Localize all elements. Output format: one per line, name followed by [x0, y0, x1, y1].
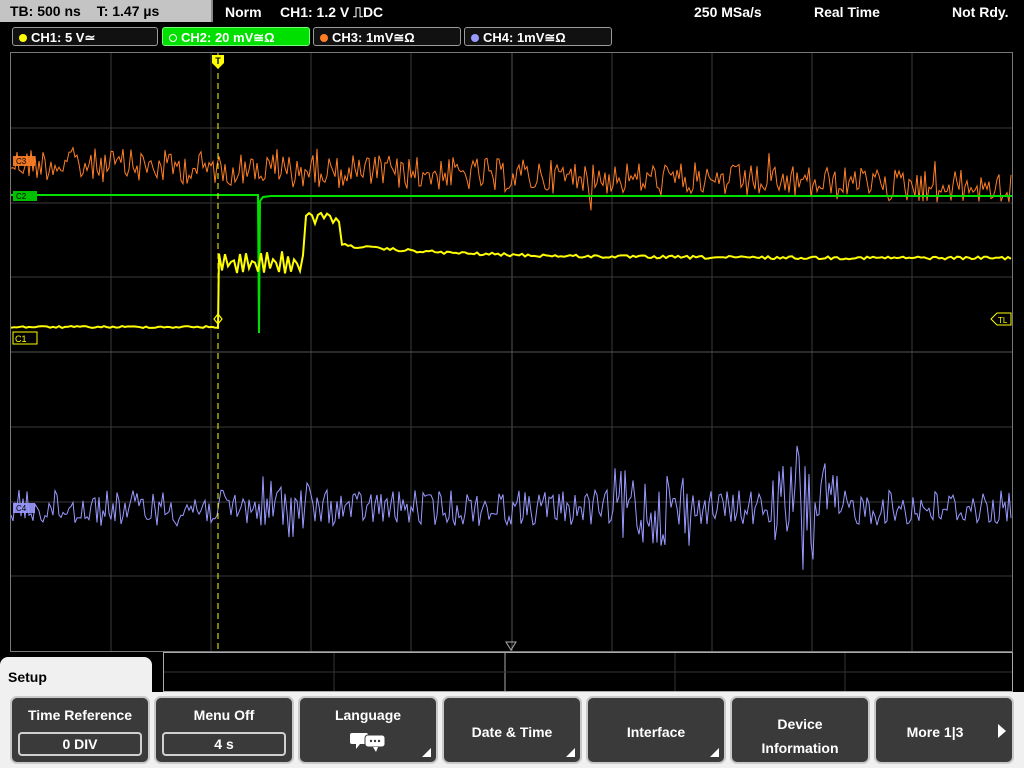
- waveform-display[interactable]: T C3 C2 C1 C4 TL: [10, 52, 1013, 652]
- more-button[interactable]: More 1|3: [874, 696, 1014, 764]
- timebase-box[interactable]: TB: 500 ns T: 1.47 µs: [0, 0, 213, 22]
- menu-off-label: Menu Off: [193, 707, 255, 723]
- ch3-marker-label: C3: [16, 157, 27, 166]
- channel-bar: CH1: 5 V≃ CH2: 20 mV≅Ω CH3: 1mV≅Ω CH4: 1…: [0, 24, 1024, 50]
- time-reference-label: Time Reference: [27, 707, 132, 723]
- time-reference-value: 0 DIV: [18, 732, 142, 756]
- ch1-waveform: [11, 211, 1012, 329]
- device-info-line2: Information: [761, 740, 839, 756]
- ch4-marker[interactable]: C4: [13, 503, 35, 513]
- time-reference-button[interactable]: Time Reference 0 DIV: [10, 696, 150, 764]
- status-bar: TB: 500 ns T: 1.47 µs Norm CH1: 1.2 V ⎍D…: [0, 0, 1024, 24]
- ch3-dot-icon: [320, 34, 328, 42]
- device-info-line1: Device: [777, 716, 823, 732]
- ch4-waveform: [11, 445, 1012, 570]
- menu-off-button[interactable]: Menu Off 4 s: [154, 696, 294, 764]
- info-bar: [163, 652, 1013, 692]
- horizontal-position-icon: [505, 641, 517, 651]
- trigger-level-label: TL: [998, 316, 1008, 325]
- ch2-marker-label: C2: [16, 192, 27, 201]
- trigger-setting[interactable]: CH1: 1.2 V ⎍DC: [280, 0, 383, 24]
- language-label: Language: [334, 707, 402, 723]
- ch1-marker[interactable]: C1: [12, 331, 38, 345]
- trigger-time-value: T: 1.47 µs: [96, 3, 160, 19]
- interface-button[interactable]: Interface: [586, 696, 726, 764]
- date-time-label: Date & Time: [471, 724, 553, 740]
- ch4-dot-icon: [471, 34, 479, 42]
- submenu-corner-icon: [710, 748, 719, 757]
- channel-tab-ch2[interactable]: CH2: 20 mV≅Ω: [162, 27, 310, 46]
- interface-label: Interface: [626, 724, 686, 740]
- speech-bubbles-icon: [350, 733, 386, 752]
- waveform-canvas: T C3 C2 C1 C4 TL: [11, 53, 1012, 651]
- ch2-marker[interactable]: C2: [13, 191, 37, 201]
- grid: [11, 53, 1012, 651]
- ch3-marker[interactable]: C3: [13, 156, 35, 166]
- info-bar-grid: [164, 653, 1012, 691]
- channel-tab-ch3[interactable]: CH3: 1mV≅Ω: [313, 27, 461, 46]
- acquisition-state: Not Rdy.: [952, 4, 1009, 20]
- trigger-marker-label: T: [215, 56, 221, 66]
- language-button[interactable]: Language: [298, 696, 438, 764]
- trigger-mode[interactable]: Norm: [225, 0, 262, 24]
- more-label: More 1|3: [906, 724, 964, 740]
- ch1-marker-label: C1: [15, 334, 27, 344]
- next-page-arrow-icon: [998, 724, 1006, 738]
- menu-off-value: 4 s: [162, 732, 286, 756]
- channel-label-ch3: CH3: 1mV≅Ω: [332, 30, 415, 45]
- acquisition-mode: Real Time: [814, 4, 880, 20]
- ch4-marker-label: C4: [16, 504, 27, 513]
- channel-tab-ch4[interactable]: CH4: 1mV≅Ω: [464, 27, 612, 46]
- submenu-corner-icon: [566, 748, 575, 757]
- ch1-dot-icon: [19, 34, 27, 42]
- channel-label-ch1: CH1: 5 V≃: [31, 30, 96, 45]
- trigger-level-marker[interactable]: TL: [990, 312, 1012, 326]
- channel-label-ch2: CH2: 20 mV≅Ω: [181, 30, 275, 45]
- channel-label-ch4: CH4: 1mV≅Ω: [483, 30, 566, 45]
- submenu-corner-icon: [422, 748, 431, 757]
- trigger-marker[interactable]: T: [212, 55, 224, 69]
- device-information-button[interactable]: Device Information: [730, 696, 870, 764]
- sample-rate: 250 MSa/s: [694, 4, 762, 20]
- softkey-bar: Time Reference 0 DIV Menu Off 4 s Langua…: [0, 692, 1024, 768]
- ch3-waveform: [11, 146, 1012, 211]
- date-time-button[interactable]: Date & Time: [442, 696, 582, 764]
- channel-tab-ch1[interactable]: CH1: 5 V≃: [12, 27, 158, 46]
- ch2-dot-icon: [169, 34, 177, 42]
- timebase-value: TB: 500 ns: [10, 3, 81, 19]
